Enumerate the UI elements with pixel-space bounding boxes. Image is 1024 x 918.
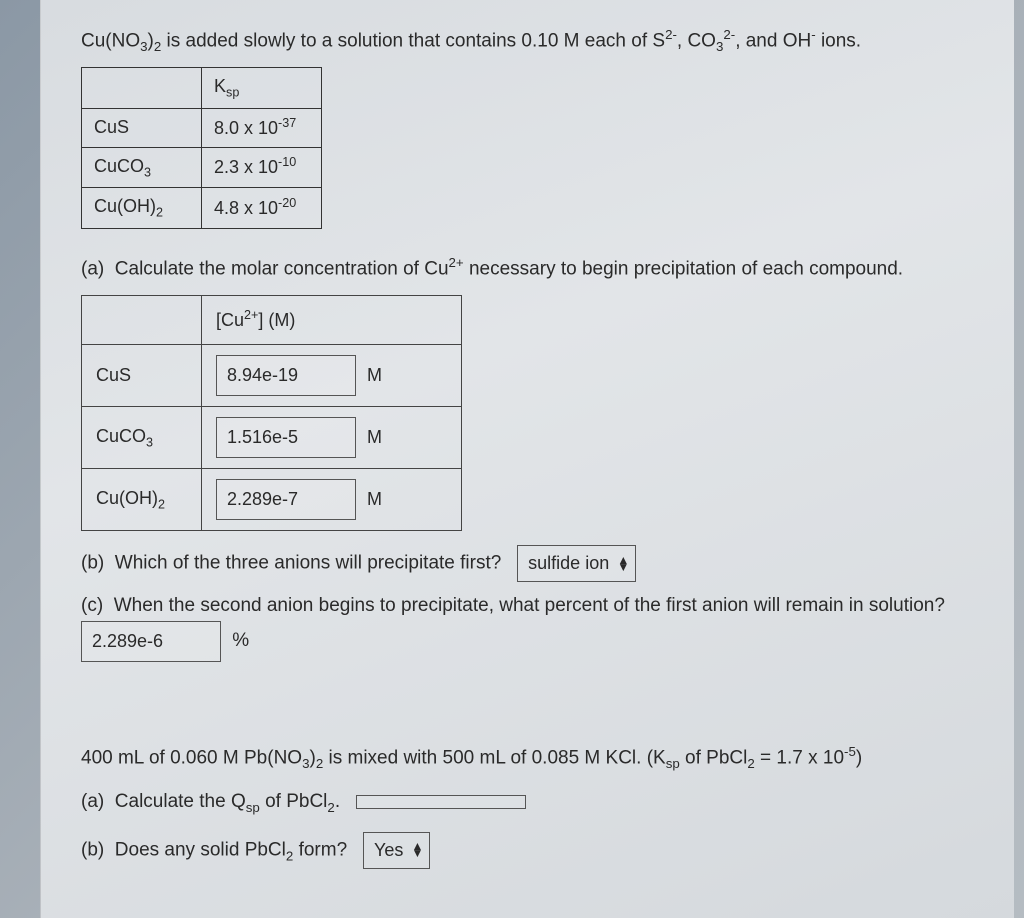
ans-compound: CuS <box>82 345 202 407</box>
ksp-compound: CuS <box>82 108 202 147</box>
worksheet-page: Cu(NO3)2 is added slowly to a solution t… <box>40 0 1014 918</box>
ans-compound: Cu(OH)2 <box>82 469 202 531</box>
ans-cell: 2.289e-7 M <box>202 469 462 531</box>
table-row: CuS 8.94e-19 M <box>82 345 462 407</box>
q1-part-c: (c) When the second anion begins to prec… <box>81 592 984 662</box>
table-row: CuCO3 2.3 x 10-10 <box>82 147 322 187</box>
unit-label: % <box>232 630 249 651</box>
qsp-input[interactable] <box>356 795 526 809</box>
ksp-value: 4.8 x 10-20 <box>202 188 322 228</box>
part-label: (a) <box>81 791 104 812</box>
yesno-select[interactable]: Yes ▲▼ <box>363 832 430 869</box>
q1-part-b-text: Which of the three anions will precipita… <box>115 553 502 574</box>
unit-label: M <box>367 489 382 509</box>
answer-input-cus[interactable]: 8.94e-19 <box>216 355 356 396</box>
chevron-updown-icon: ▲▼ <box>411 843 423 857</box>
part-label: (b) <box>81 553 104 574</box>
part-label: (b) <box>81 839 104 860</box>
ans-cell: 8.94e-19 M <box>202 345 462 407</box>
ans-header-blank <box>82 296 202 345</box>
yesno-select-value: Yes <box>374 840 403 860</box>
table-row: Cu(OH)2 4.8 x 10-20 <box>82 188 322 228</box>
q1-intro: Cu(NO3)2 is added slowly to a solution t… <box>81 25 984 57</box>
table-row: CuS 8.0 x 10-37 <box>82 108 322 147</box>
anion-select[interactable]: sulfide ion ▲▼ <box>517 545 636 582</box>
q1-part-c-text: When the second anion begins to precipit… <box>114 595 945 616</box>
part-label: (a) <box>81 258 104 279</box>
q2-intro: 400 mL of 0.060 M Pb(NO3)2 is mixed with… <box>81 742 984 774</box>
ans-cell: 1.516e-5 M <box>202 407 462 469</box>
table-row: CuCO3 1.516e-5 M <box>82 407 462 469</box>
answers-table: [Cu2+] (M) CuS 8.94e-19 M CuCO3 1.516e-5… <box>81 295 462 531</box>
unit-label: M <box>367 365 382 385</box>
ans-header: [Cu2+] (M) <box>202 296 462 345</box>
answer-input-cuoh2[interactable]: 2.289e-7 <box>216 479 356 520</box>
ksp-value: 8.0 x 10-37 <box>202 108 322 147</box>
anion-select-value: sulfide ion <box>528 553 609 573</box>
unit-label: M <box>367 427 382 447</box>
q1-part-b: (b) Which of the three anions will preci… <box>81 545 984 582</box>
part-label: (c) <box>81 595 103 616</box>
percent-input[interactable]: 2.289e-6 <box>81 621 221 662</box>
ksp-header-blank <box>82 68 202 108</box>
ksp-value: 2.3 x 10-10 <box>202 147 322 187</box>
ans-compound: CuCO3 <box>82 407 202 469</box>
q2-part-a: (a) Calculate the Qsp of PbCl2. <box>81 788 984 818</box>
ksp-compound: Cu(OH)2 <box>82 188 202 228</box>
chevron-updown-icon: ▲▼ <box>617 557 629 571</box>
ksp-table: Ksp CuS 8.0 x 10-37 CuCO3 2.3 x 10-10 Cu… <box>81 67 322 228</box>
ksp-header: Ksp <box>202 68 322 108</box>
section-gap <box>81 672 984 742</box>
q1-part-a-prompt: (a) Calculate the molar concentration of… <box>81 253 984 284</box>
answer-input-cuco3[interactable]: 1.516e-5 <box>216 417 356 458</box>
ksp-compound: CuCO3 <box>82 147 202 187</box>
q2-part-b: (b) Does any solid PbCl2 form? Yes ▲▼ <box>81 832 984 869</box>
table-row: Cu(OH)2 2.289e-7 M <box>82 469 462 531</box>
